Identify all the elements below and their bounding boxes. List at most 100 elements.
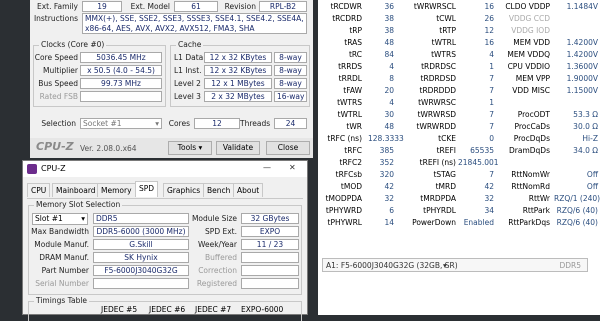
timing-row: tFAW 20 tRDRDDD 7 VDD MISC 1.1500V [318,85,600,97]
voltage-label: MEM VDDQ [507,50,550,59]
timing-label: tWRWRSCL [413,2,456,11]
serial-number-value [93,278,189,289]
close-button[interactable]: Close [266,141,310,155]
timing-row: tPHYWRD 6 tPHYRDL 34 RttPark RZQ/6 (40) [318,205,600,217]
registered-label: Registered [196,279,237,288]
ddr-type-value: DDR5 [93,213,189,224]
cache-l1i-size: 12 x 32 KBytes [204,65,272,76]
dimm-type-text: DDR5 [559,261,581,270]
timing-label: tRDRDSD [420,74,456,83]
tab-bench[interactable]: Bench [203,183,235,197]
timing-label: tWR [346,122,362,131]
tab-about[interactable]: About [233,183,264,197]
max-bandwidth-value: DDR5-6000 (3000 MHz) [93,226,189,237]
voltage-value: 1.1484V [566,2,598,11]
voltage-label: RttNomWr [511,170,550,179]
timing-label: tMRDPDA [420,194,456,203]
dimm-select[interactable]: A1: F5-6000J3040G32G (32GB, SR) ▾ DDR5 [322,258,588,272]
tab-memory[interactable]: Memory [97,183,136,197]
timing-value: 7 [489,86,494,95]
bus-speed-value: 99.73 MHz [80,78,162,89]
module-manuf-label: Module Manuf. [34,240,89,249]
socket-select[interactable]: Socket #1 ▾ [80,118,162,129]
timing-value: 7 [489,110,494,119]
timing-value: 4 [489,50,494,59]
timing-label: tCWL [436,14,456,23]
timing-label: tMODPDA [325,194,362,203]
timing-value: 385 [379,146,394,155]
dram-manuf-value: SK Hynix [93,252,189,263]
cores-value: 12 [194,118,240,129]
timing-label: tRC [348,50,362,59]
timing-row: tRAS 48 tWTRL 16 MEM VDD 1.4200V [318,37,600,49]
voltage-label: ProcODT [517,110,550,119]
timing-label: tRFC2 [339,158,362,167]
voltage-value: Hi-Z [582,134,598,143]
cache-l3-size: 2 x 32 MBytes [204,91,272,102]
voltage-value: RZQ/6 (40) [556,218,598,227]
timing-value: 1 [489,62,494,71]
dimm-select-value: A1: F5-6000J3040G32G (32GB, SR) [326,261,458,270]
timing-label: tWTRS [431,50,456,59]
timing-value: 65535 [470,146,494,155]
voltage-value: 1.9000V [566,74,598,83]
chevron-down-icon: ▾ [443,261,447,270]
revision-label: Revision [224,2,256,11]
timing-value: 48 [384,38,394,47]
registered-value [241,278,299,289]
minimize-icon[interactable]: — [263,163,271,172]
memory-slot-group-title: Memory Slot Selection [34,200,123,210]
cache-l3-way: 16-way [274,91,307,102]
timing-value: 8 [389,74,394,83]
timing-label: tRFC (ns) [327,134,362,143]
tab-mainboard[interactable]: Mainboard [52,183,100,197]
timing-row: tRFC 385 tREFI 65535 DramDqDs 34.0 Ω [318,145,600,157]
timing-label: tRCDRD [332,14,362,23]
timing-row: tRCDRD 38 tCWL 26 VDDG CCD [318,13,600,25]
ext-model-value: 61 [174,1,218,12]
tab-cpu[interactable]: CPU [27,183,51,197]
bus-speed-label: Bus Speed [38,79,78,88]
clocks-group-title: Clocks (Core #0) [39,40,107,50]
part-number-label: Part Number [41,266,89,275]
timing-row: tRFC2 352 tREFI (ns) 21845.001 [318,157,600,169]
timing-label: tRDRDSC [421,62,456,71]
voltage-label: RttParkDqs [508,218,550,227]
tab-graphics[interactable]: Graphics [163,183,205,197]
close-icon[interactable]: ✕ [289,163,296,172]
multiplier-label: Multiplier [43,66,78,75]
cores-label: Cores [168,119,190,128]
cache-l1d-label: L1 Data [174,53,204,62]
tools-button[interactable]: Tools ▾ [168,141,212,155]
core-speed-value: 5036.45 MHz [80,52,162,63]
window-title: CPU-Z [41,164,66,173]
timing-header-jedec5: JEDEC #5 [101,305,138,314]
voltage-label: ProcCaDs [514,122,550,131]
timing-value: 21845.001 [458,158,499,167]
cache-l2-label: Level 2 [174,79,201,88]
timing-row: tRRDL 8 tRDRDSD 7 MEM VPP 1.9000V [318,73,600,85]
threads-label: Threads [240,119,271,128]
slot-select[interactable]: Slot #1 ▾ [32,213,88,225]
voltage-value: 34.0 Ω [573,146,598,155]
timing-row: tRRDS 4 tRDRDSC 1 CPU VDDIO 1.3600V [318,61,600,73]
spd-ext-value: EXPO [241,226,299,237]
validate-button[interactable]: Validate [216,141,260,155]
timing-label: tRDRDDD [419,86,456,95]
timing-value: 7 [489,122,494,131]
voltage-value: 1.1500V [566,86,598,95]
tab-spd[interactable]: SPD [135,181,159,197]
timing-value: 352 [379,158,394,167]
timing-value: 32 [384,194,394,203]
timing-label: tMRD [435,182,456,191]
timing-value: 12 [484,26,494,35]
voltage-label: RttPark [522,206,550,215]
timing-value: 7 [489,170,494,179]
voltage-label: RttWr [528,194,550,203]
voltage-label: VDD MISC [512,86,550,95]
cache-l1d-way: 8-way [274,52,307,63]
voltage-label: ProcDqDs [513,134,550,143]
timing-label: tRFC [344,146,362,155]
serial-number-label: Serial Number [35,279,89,288]
cache-l2-size: 12 x 1 MBytes [204,78,272,89]
